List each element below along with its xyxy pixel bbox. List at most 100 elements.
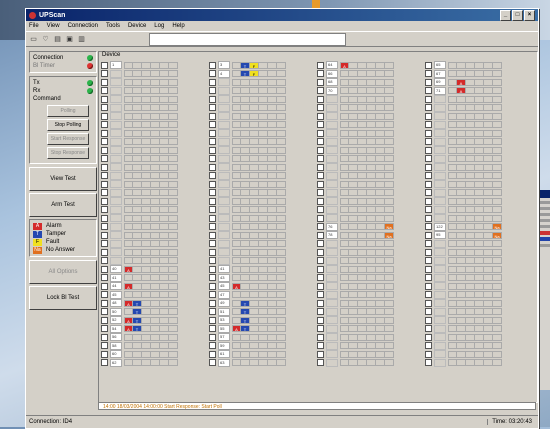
device-status-cell[interactable] [277, 104, 286, 112]
device-status-cell[interactable] [250, 163, 259, 171]
device-status-cell[interactable] [169, 265, 178, 273]
device-status-cell[interactable] [385, 70, 394, 78]
device-status-cell[interactable] [268, 282, 277, 290]
device-checkbox[interactable] [101, 70, 108, 78]
device-status-cell[interactable] [142, 138, 151, 146]
device-status-cell[interactable] [349, 257, 358, 265]
device-status-cell[interactable] [466, 240, 475, 248]
device-status-cell[interactable] [385, 155, 394, 163]
device-status-cell[interactable] [160, 265, 169, 273]
device-status-cell[interactable] [493, 163, 502, 171]
device-status-cell[interactable] [142, 61, 151, 69]
device-status-cell[interactable]: A [457, 87, 466, 95]
device-status-cell[interactable] [250, 129, 259, 137]
device-status-cell[interactable] [457, 333, 466, 341]
device-status-cell[interactable] [160, 316, 169, 324]
device-status-cell[interactable] [124, 95, 133, 103]
device-status-cell[interactable] [367, 342, 376, 350]
device-status-cell[interactable]: T [241, 61, 250, 69]
device-status-cell[interactable] [151, 112, 160, 120]
device-status-cell[interactable] [457, 282, 466, 290]
device-checkbox[interactable] [209, 163, 216, 171]
device-status-cell[interactable] [277, 299, 286, 307]
close-button[interactable]: × [524, 10, 535, 21]
device-status-cell[interactable] [448, 78, 457, 86]
device-status-cell[interactable] [250, 299, 259, 307]
device-status-cell[interactable] [268, 240, 277, 248]
device-status-cell[interactable] [124, 180, 133, 188]
device-checkbox[interactable] [317, 257, 324, 265]
device-status-cell[interactable] [142, 299, 151, 307]
device-status-cell[interactable] [133, 155, 142, 163]
device-checkbox[interactable] [101, 112, 108, 120]
device-status-cell[interactable] [241, 95, 250, 103]
device-status-cell[interactable] [457, 129, 466, 137]
device-status-cell[interactable] [241, 274, 250, 282]
device-status-cell[interactable] [169, 104, 178, 112]
device-status-cell[interactable] [142, 316, 151, 324]
device-checkbox[interactable] [317, 206, 324, 214]
device-status-cell[interactable] [349, 61, 358, 69]
device-status-cell[interactable] [367, 257, 376, 265]
device-status-cell[interactable] [367, 231, 376, 239]
device-status-cell[interactable] [457, 104, 466, 112]
device-status-cell[interactable] [259, 180, 268, 188]
device-checkbox[interactable] [209, 189, 216, 197]
device-status-cell[interactable] [475, 248, 484, 256]
device-status-cell[interactable] [457, 231, 466, 239]
device-checkbox[interactable] [101, 333, 108, 341]
device-status-cell[interactable] [448, 214, 457, 222]
device-status-cell[interactable] [151, 291, 160, 299]
device-checkbox[interactable] [101, 231, 108, 239]
device-status-cell[interactable] [493, 189, 502, 197]
device-status-cell[interactable] [448, 95, 457, 103]
device-status-cell[interactable] [232, 155, 241, 163]
device-checkbox[interactable] [101, 248, 108, 256]
device-status-cell[interactable] [151, 121, 160, 129]
device-status-cell[interactable] [466, 325, 475, 333]
device-status-cell[interactable] [169, 138, 178, 146]
minimize-button[interactable]: _ [500, 10, 511, 21]
device-checkbox[interactable] [425, 316, 432, 324]
device-status-cell[interactable] [232, 95, 241, 103]
device-status-cell[interactable] [277, 70, 286, 78]
device-status-cell[interactable] [268, 95, 277, 103]
device-checkbox[interactable] [317, 189, 324, 197]
device-status-cell[interactable]: T [133, 316, 142, 324]
device-checkbox[interactable] [101, 189, 108, 197]
device-status-cell[interactable] [475, 70, 484, 78]
device-status-cell[interactable] [169, 112, 178, 120]
device-status-cell[interactable] [376, 248, 385, 256]
device-status-cell[interactable] [475, 342, 484, 350]
device-status-cell[interactable] [169, 155, 178, 163]
device-status-cell[interactable] [340, 359, 349, 367]
device-status-cell[interactable] [340, 104, 349, 112]
device-checkbox[interactable] [209, 121, 216, 129]
device-status-cell[interactable] [457, 248, 466, 256]
device-status-cell[interactable] [169, 350, 178, 358]
device-status-cell[interactable] [169, 121, 178, 129]
device-status-cell[interactable] [349, 316, 358, 324]
device-status-cell[interactable] [151, 189, 160, 197]
device-status-cell[interactable] [232, 316, 241, 324]
device-status-cell[interactable] [241, 291, 250, 299]
device-status-cell[interactable] [493, 121, 502, 129]
device-status-cell[interactable] [358, 214, 367, 222]
menu-help[interactable]: Help [172, 23, 184, 29]
device-status-cell[interactable] [232, 248, 241, 256]
device-status-cell[interactable] [358, 282, 367, 290]
device-status-cell[interactable] [376, 163, 385, 171]
device-status-cell[interactable] [448, 282, 457, 290]
device-status-cell[interactable] [241, 112, 250, 120]
device-status-cell[interactable] [133, 70, 142, 78]
device-status-cell[interactable] [493, 291, 502, 299]
device-status-cell[interactable] [484, 359, 493, 367]
device-status-cell[interactable] [484, 231, 493, 239]
device-status-cell[interactable] [169, 333, 178, 341]
device-status-cell[interactable] [358, 78, 367, 86]
device-status-cell[interactable] [340, 248, 349, 256]
device-status-cell[interactable] [124, 104, 133, 112]
device-status-cell[interactable] [124, 206, 133, 214]
device-status-cell[interactable] [475, 163, 484, 171]
device-status-cell[interactable] [475, 61, 484, 69]
